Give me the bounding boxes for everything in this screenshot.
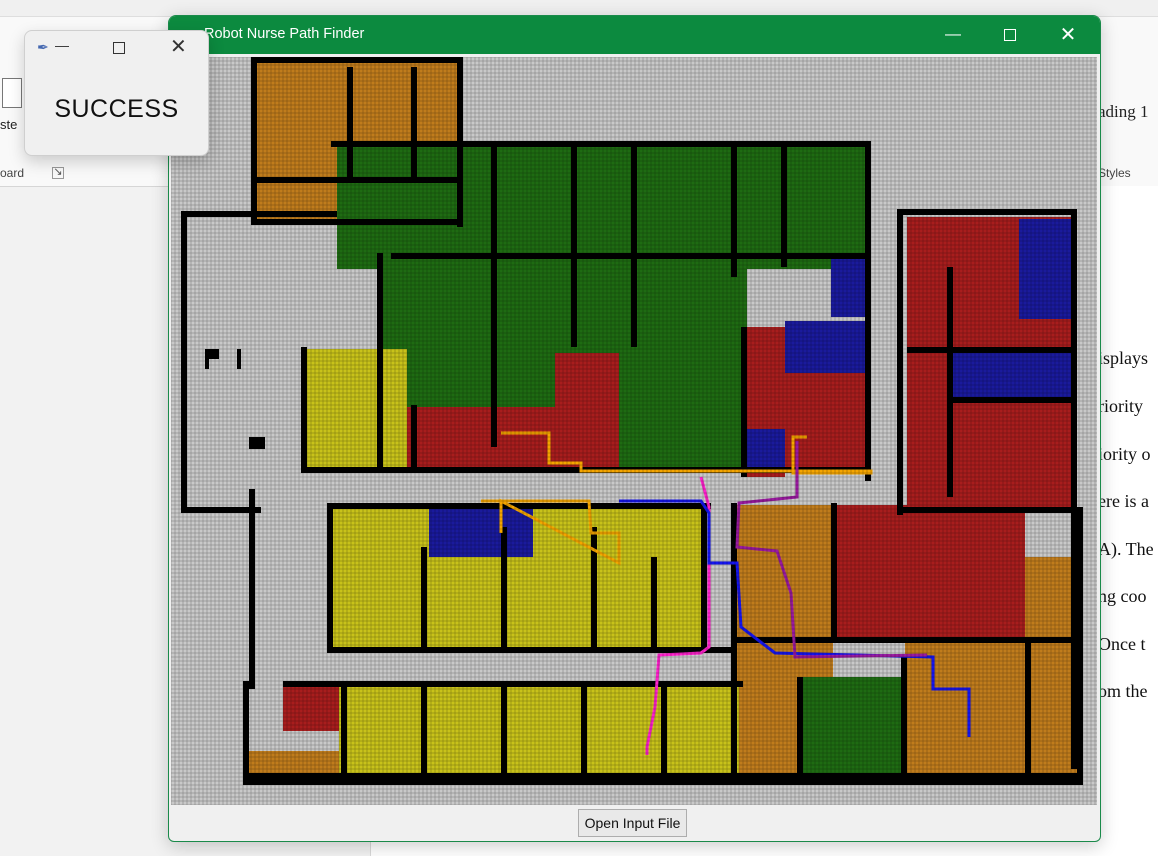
clipboard-launcher-icon[interactable]: ↘ bbox=[52, 167, 64, 179]
doc-line: om the bbox=[1098, 681, 1148, 701]
wall-segment bbox=[701, 503, 707, 653]
wall-segment bbox=[897, 209, 903, 515]
doc-line: ere is a bbox=[1098, 491, 1149, 511]
wall-segment bbox=[331, 503, 711, 509]
wall-segment bbox=[631, 147, 637, 347]
wall-segment bbox=[731, 637, 1071, 643]
wall-segment bbox=[205, 359, 209, 369]
doc-line: ng coo bbox=[1098, 586, 1147, 606]
wall-segment bbox=[907, 347, 1073, 353]
wall-segment bbox=[781, 147, 787, 267]
maximize-icon bbox=[1004, 28, 1016, 41]
wall-segment bbox=[181, 211, 187, 511]
wall-segment bbox=[331, 141, 871, 147]
wall-segment bbox=[1077, 507, 1083, 777]
wall-segment bbox=[257, 177, 463, 183]
feather-icon: ✒ bbox=[37, 39, 49, 55]
wall-segment bbox=[391, 253, 871, 259]
wall-segment bbox=[181, 211, 337, 217]
wall-segment bbox=[741, 327, 747, 477]
blue-zone bbox=[1019, 219, 1077, 319]
wall-segment bbox=[865, 141, 871, 481]
wall-segment bbox=[947, 267, 953, 497]
popup-close-button[interactable]: ✕ bbox=[170, 34, 187, 59]
wall-segment bbox=[377, 253, 383, 473]
hospital-map-canvas[interactable] bbox=[171, 57, 1097, 805]
wall-segment bbox=[901, 657, 907, 777]
wall-segment bbox=[947, 397, 1073, 403]
open-input-file-button[interactable]: Open Input File bbox=[578, 809, 687, 837]
wall-segment bbox=[501, 527, 507, 647]
green-zone bbox=[803, 677, 905, 777]
wall-segment bbox=[301, 347, 307, 471]
doc-line: A). The bbox=[1098, 539, 1154, 559]
wall-segment bbox=[591, 527, 597, 647]
wall-segment bbox=[1025, 637, 1031, 777]
wall-segment bbox=[831, 503, 837, 643]
path-finder-window: ✒ Robot Nurse Path Finder — ✕ Open Input… bbox=[168, 15, 1101, 842]
window-titlebar[interactable]: ✒ Robot Nurse Path Finder — ✕ bbox=[169, 16, 1100, 54]
wall-segment bbox=[251, 219, 463, 225]
style-heading-1[interactable]: ading 1 bbox=[1098, 102, 1149, 122]
wall-segment bbox=[421, 687, 427, 777]
wall-segment bbox=[327, 647, 737, 653]
yellow-zone bbox=[301, 349, 407, 469]
wall-segment bbox=[205, 349, 219, 359]
wall-segment bbox=[1071, 209, 1077, 769]
blue-zone bbox=[831, 257, 869, 317]
red-zone bbox=[283, 683, 339, 731]
wall-segment bbox=[347, 67, 353, 177]
doc-line: riority bbox=[1098, 396, 1143, 416]
doc-line: iority o bbox=[1098, 444, 1151, 464]
wall-segment bbox=[249, 437, 265, 449]
wall-segment bbox=[251, 57, 463, 63]
wall-segment bbox=[327, 503, 333, 653]
minimize-button[interactable]: — bbox=[930, 16, 976, 54]
clipboard-group-label: oard bbox=[0, 166, 25, 180]
wall-segment bbox=[797, 677, 803, 777]
doc-line: Once t bbox=[1098, 634, 1146, 654]
paste-icon[interactable] bbox=[2, 78, 22, 108]
wall-segment bbox=[237, 349, 241, 369]
red-zone bbox=[555, 353, 619, 413]
blue-zone bbox=[785, 321, 869, 373]
blue-zone bbox=[947, 351, 1077, 401]
popup-minimize-button[interactable]: — bbox=[55, 37, 69, 53]
blue-zone bbox=[745, 429, 785, 473]
window-title: Robot Nurse Path Finder bbox=[204, 26, 365, 42]
wall-segment bbox=[501, 687, 507, 777]
wall-segment bbox=[897, 507, 1077, 513]
red-zone bbox=[833, 505, 1025, 639]
blue-zone bbox=[429, 505, 533, 557]
wall-segment bbox=[243, 681, 249, 781]
wall-segment bbox=[421, 547, 427, 647]
wall-segment bbox=[651, 557, 657, 647]
wall-segment bbox=[571, 147, 577, 347]
doc-line: isplays bbox=[1098, 348, 1149, 368]
wall-segment bbox=[411, 67, 417, 177]
wall-segment bbox=[251, 57, 257, 225]
wall-segment bbox=[283, 681, 743, 687]
paste-label[interactable]: ste bbox=[0, 117, 17, 132]
popup-maximize-button[interactable] bbox=[113, 42, 125, 54]
wall-segment bbox=[491, 147, 497, 447]
wall-segment bbox=[581, 687, 587, 777]
maximize-button[interactable] bbox=[987, 16, 1033, 54]
success-message: SUCCESS bbox=[54, 95, 179, 123]
close-button[interactable]: ✕ bbox=[1045, 16, 1091, 54]
wall-segment bbox=[897, 209, 1077, 215]
styles-group-label: Styles bbox=[1098, 166, 1131, 180]
orange-zone bbox=[1025, 557, 1077, 777]
red-zone bbox=[407, 407, 619, 473]
wall-segment bbox=[341, 687, 347, 777]
yellow-zone bbox=[339, 685, 739, 777]
wall-segment bbox=[411, 405, 417, 471]
wall-segment bbox=[249, 489, 255, 689]
wall-segment bbox=[661, 687, 667, 777]
success-dialog: ✒ — ✕ SUCCESS bbox=[24, 30, 209, 156]
